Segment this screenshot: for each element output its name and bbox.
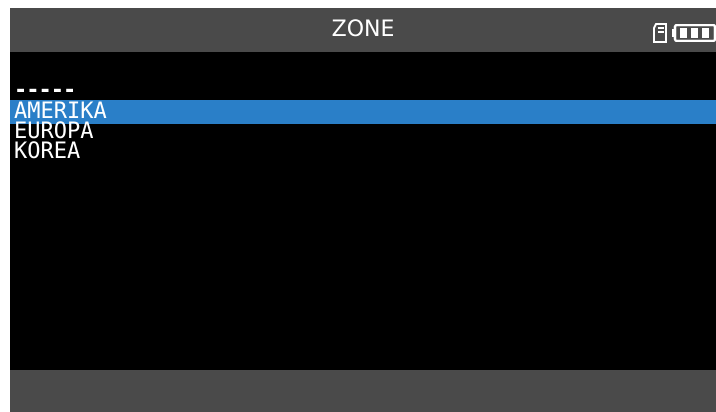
zone-list: ----- AMERIKA EUROPA KOREA (10, 78, 716, 164)
footer-bar (10, 370, 716, 412)
device-screen: ZONE ----- AMERIKA EUROPA KOREA (10, 8, 716, 412)
screen-title: ZONE (331, 17, 395, 42)
menu-separator: ----- (14, 78, 76, 103)
sd-card-icon (653, 23, 667, 43)
battery-icon (672, 24, 716, 42)
zone-option-korea[interactable]: KOREA (10, 140, 716, 164)
title-bar: ZONE (10, 8, 716, 52)
